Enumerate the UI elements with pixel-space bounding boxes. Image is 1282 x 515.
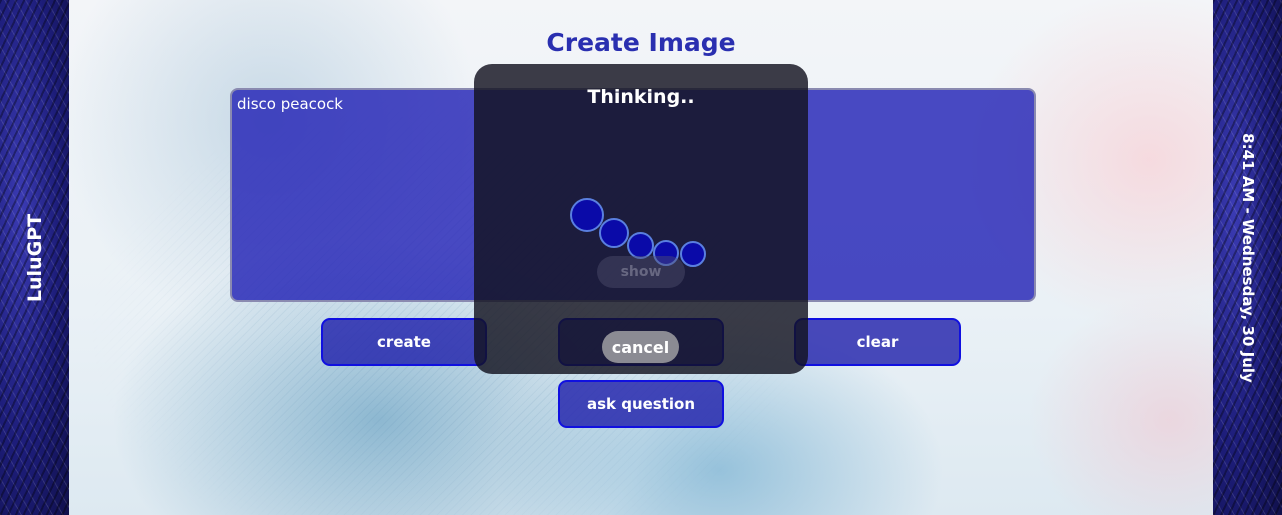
loading-dot	[599, 218, 629, 248]
show-button[interactable]: show	[597, 256, 685, 288]
create-button[interactable]: create	[321, 318, 487, 366]
loading-dot	[627, 232, 654, 259]
loading-dot	[680, 241, 706, 267]
main-area: Create Image disco peacock create clear …	[69, 0, 1213, 515]
right-sidebar: 8:41 AM - Wednesday, 30 July	[1213, 0, 1282, 515]
cancel-button[interactable]: cancel	[602, 331, 679, 363]
loading-dot	[570, 198, 604, 232]
datetime-label: 8:41 AM - Wednesday, 30 July	[1238, 133, 1257, 383]
left-sidebar: LuluGPT	[0, 0, 69, 515]
modal-title: Thinking..	[587, 86, 695, 108]
page-title: Create Image	[546, 28, 736, 57]
thinking-modal: Thinking.. show cancel	[474, 64, 808, 374]
ask-question-button[interactable]: ask question	[558, 380, 724, 428]
brand-label: LuluGPT	[23, 213, 46, 302]
clear-button[interactable]: clear	[794, 318, 961, 366]
